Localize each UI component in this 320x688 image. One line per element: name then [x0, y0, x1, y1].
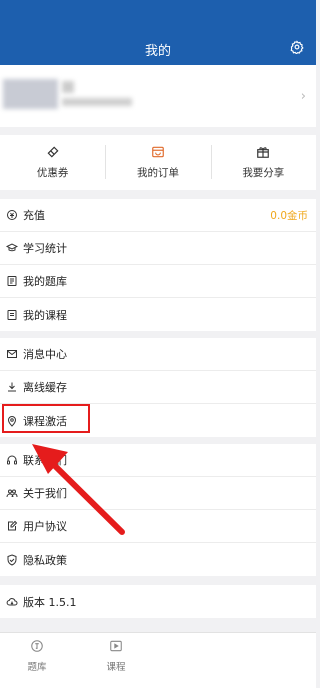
balance-value: 0.0金币	[270, 209, 308, 222]
mail-icon	[7, 350, 17, 358]
question-bank-icon	[7, 276, 17, 286]
cloud-icon	[6, 597, 18, 605]
menu-item-contact-us[interactable]: 联系我们	[0, 444, 316, 477]
menu-item-message-center[interactable]: 消息中心	[0, 338, 316, 371]
menu-item-recharge[interactable]: 充值 0.0金币	[0, 199, 316, 232]
menu-item-about-us[interactable]: 关于我们	[0, 477, 316, 510]
quick-actions: 优惠券 我的订单 我要分享	[0, 135, 316, 190]
gift-icon	[257, 147, 270, 158]
menu-item-user-agreement[interactable]: 用户协议	[0, 510, 316, 543]
shield-icon	[7, 553, 17, 566]
menu-group-account: 充值 0.0金币 学习统计 我的题库 我的课程	[0, 199, 316, 331]
bottom-tab-bar: 题库 课程	[0, 632, 316, 688]
download-icon	[8, 382, 16, 392]
menu-item-study-stats[interactable]: 学习统计	[0, 232, 316, 265]
menu-group-about: 联系我们 关于我们 用户协议 隐私政策	[0, 444, 316, 576]
annotation-highlight-box	[2, 404, 90, 433]
share-button[interactable]: 我要分享	[210, 135, 316, 190]
menu-item-privacy-policy[interactable]: 隐私政策	[0, 543, 316, 576]
gear-icon[interactable]	[290, 40, 304, 54]
shop-icon	[152, 146, 164, 158]
page-title: 我的	[144, 44, 171, 59]
header-bar: 我的	[0, 0, 316, 65]
recharge-icon	[7, 210, 17, 220]
username-redacted	[62, 81, 74, 93]
orders-button[interactable]: 我的订单	[105, 135, 210, 190]
profile-card[interactable]: ›	[0, 65, 316, 127]
chevron-right-icon: ›	[300, 89, 306, 104]
play-icon	[110, 640, 122, 652]
menu-group-version: 版本 1.5.1	[0, 585, 316, 618]
user-info-redacted	[62, 98, 132, 106]
tab-question-bank[interactable]: 题库	[12, 639, 62, 673]
menu-item-my-courses[interactable]: 我的课程	[0, 298, 316, 331]
headset-icon	[7, 455, 17, 465]
book-icon	[7, 309, 17, 320]
ticket-icon	[47, 146, 59, 158]
menu-item-question-bank[interactable]: 我的题库	[0, 265, 316, 298]
graduation-cap-icon	[6, 243, 18, 252]
edit-document-icon	[8, 520, 18, 531]
menu-item-version[interactable]: 版本 1.5.1	[0, 585, 316, 618]
avatar	[3, 79, 58, 109]
coupon-button[interactable]: 优惠券	[0, 135, 105, 190]
menu-item-offline-cache[interactable]: 离线缓存	[0, 371, 316, 404]
question-bank-tab-icon	[31, 640, 43, 652]
users-icon	[6, 489, 18, 498]
tab-courses[interactable]: 课程	[91, 639, 141, 673]
